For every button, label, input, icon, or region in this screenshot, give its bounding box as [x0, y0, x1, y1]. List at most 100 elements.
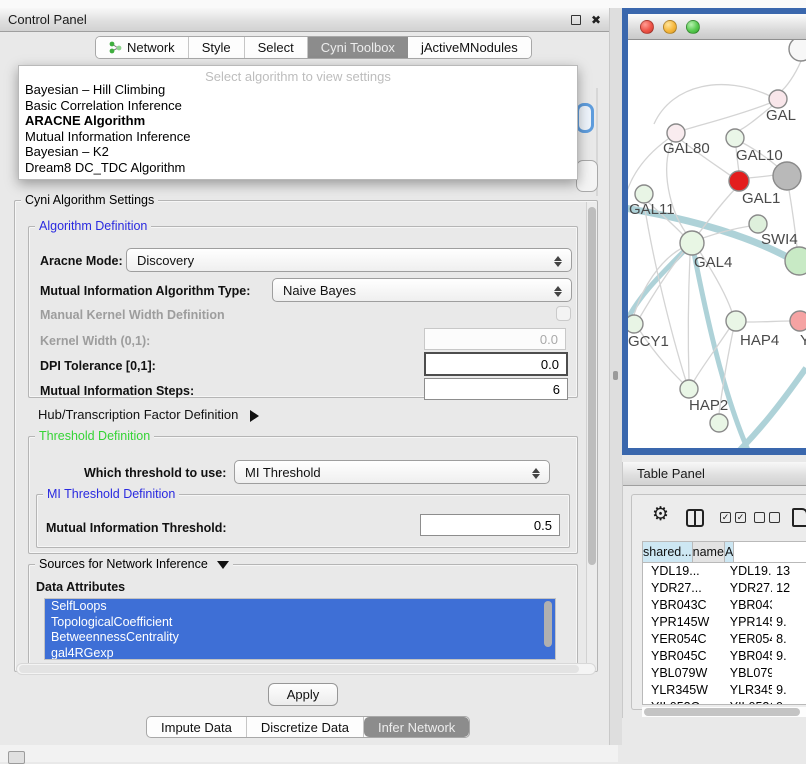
table-row[interactable]: YLR345WYLR345W9. [643, 682, 806, 699]
node-label: HAP4 [740, 332, 779, 349]
column-header-name[interactable]: name [693, 542, 725, 562]
list-item[interactable]: SelfLoops [45, 599, 555, 615]
table-cell: YBL079W [722, 665, 772, 682]
mi-steps-input[interactable]: 6 [424, 378, 568, 400]
table-row[interactable]: YDR27...YDR27...12 [643, 580, 806, 597]
data-attributes-list[interactable]: SelfLoopsTopologicalCoefficientBetweenne… [44, 598, 556, 660]
tab-style[interactable]: Style [189, 37, 245, 58]
tab-discretize-data[interactable]: Discretize Data [247, 717, 364, 737]
close-icon[interactable]: ✖ [591, 14, 601, 26]
mi-algorithm-type-combobox[interactable]: Naive Bayes [272, 278, 572, 302]
network-edge[interactable] [748, 175, 774, 178]
table-cell: YBR045C [643, 648, 722, 665]
column-header-shared-name[interactable]: shared... [643, 542, 693, 562]
divider-grip-icon[interactable] [613, 371, 618, 380]
network-node[interactable] [785, 247, 806, 275]
which-threshold-value: MI Threshold [245, 465, 321, 480]
network-edge[interactable] [780, 61, 801, 92]
table-row[interactable]: YBR043CYBR043C [643, 597, 806, 614]
table-row[interactable]: YDL19...YDL19...13 [643, 563, 806, 580]
table-cell: YDL19... [722, 563, 772, 580]
table-cell: YBR043C [722, 597, 772, 614]
list-scrollbar-thumb[interactable] [544, 601, 552, 647]
list-item[interactable]: TopologicalCoefficient [45, 615, 555, 631]
kernel-width-label: Kernel Width (0,1): [40, 334, 150, 348]
combo-arrows-icon [531, 465, 540, 481]
dropdown-item[interactable]: Bayesian – K2 [19, 144, 577, 160]
tab-impute-data[interactable]: Impute Data [147, 717, 247, 737]
dropdown-item[interactable]: ARACNE Algorithm [19, 113, 577, 129]
dropdown-item[interactable]: Mutual Information Inference [19, 129, 577, 145]
network-node[interactable] [710, 414, 728, 432]
apply-button[interactable]: Apply [268, 683, 338, 706]
tab-jactivemnodules[interactable]: jActiveMNodules [408, 37, 531, 58]
mi-threshold-group-title: MI Threshold Definition [43, 487, 179, 501]
tab-infer-network[interactable]: Infer Network [364, 717, 469, 737]
close-traffic-light-icon[interactable] [640, 20, 654, 34]
zoom-traffic-light-icon[interactable] [686, 20, 700, 34]
network-node[interactable] [769, 90, 787, 108]
kernel-width-value: 0.0 [540, 332, 558, 347]
minimized-panel-icon[interactable] [8, 751, 25, 764]
network-node[interactable] [726, 311, 746, 331]
table-hscrollbar[interactable] [642, 707, 806, 717]
network-edge[interactable] [688, 255, 690, 380]
network-edge[interactable] [746, 321, 790, 322]
table-row[interactable]: YBL079WYBL079W [643, 665, 806, 682]
dpi-tolerance-input[interactable]: 0.0 [424, 352, 568, 376]
hub-tf-definition-toggle[interactable]: Hub/Transcription Factor Definition [38, 407, 259, 422]
manual-kernel-checkbox[interactable] [556, 306, 571, 321]
sources-title-wrap[interactable]: Sources for Network Inference [35, 557, 233, 571]
table-row[interactable]: YER054CYER054C8. [643, 631, 806, 648]
aracne-mode-combobox[interactable]: Discovery [126, 248, 572, 272]
mi-type-label: Mutual Information Algorithm Type: [40, 284, 250, 298]
float-window-icon[interactable] [571, 15, 581, 25]
tab-discretize-data-label: Discretize Data [261, 720, 349, 735]
network-node[interactable] [729, 171, 749, 191]
network-node[interactable] [726, 129, 744, 147]
table-hscrollbar-thumb[interactable] [644, 708, 800, 716]
deselect-all-icon[interactable] [754, 512, 780, 523]
settings-hscrollbar-thumb[interactable] [19, 665, 579, 673]
kernel-width-input[interactable]: 0.0 [424, 328, 566, 350]
tab-impute-data-label: Impute Data [161, 720, 232, 735]
network-node[interactable] [680, 231, 704, 255]
column-header-partial[interactable]: A [725, 542, 734, 562]
table-panel-body: ⚙ ✓ ✓ shared... name A YDL19...YDL19...1… [631, 494, 806, 710]
settings-scrollbar-thumb[interactable] [588, 207, 596, 565]
dropdown-item[interactable]: Dream8 DC_TDC Algorithm [19, 160, 577, 176]
table-row[interactable]: YPR145WYPR145W9. [643, 614, 806, 631]
tab-select[interactable]: Select [245, 37, 308, 58]
aracne-mode-value: Discovery [137, 253, 194, 268]
select-all-icon[interactable]: ✓ ✓ [720, 512, 746, 523]
network-edge[interactable] [684, 103, 770, 130]
list-item[interactable]: gal4RGexp [45, 646, 555, 661]
dropdown-item[interactable]: Basic Correlation Inference [19, 98, 577, 114]
settings-hscrollbar[interactable] [16, 663, 596, 675]
table-row[interactable]: YBR045CYBR045C9. [643, 648, 806, 665]
network-node[interactable] [680, 380, 698, 398]
mi-threshold-input[interactable]: 0.5 [420, 514, 560, 536]
list-item[interactable]: BetweennessCentrality [45, 630, 555, 646]
top-strip [0, 0, 806, 8]
table-row[interactable]: YIL052CYIL052C9 [643, 699, 806, 705]
which-threshold-combobox[interactable]: MI Threshold [234, 460, 550, 484]
dropdown-item[interactable]: Bayesian – Hill Climbing [19, 82, 577, 98]
tab-network[interactable]: Network [96, 37, 189, 58]
network-canvas[interactable]: GALGAL80GAL10GAL1GAL11GAL4SWI4GCY1HAP4YH… [628, 40, 806, 448]
network-window-titlebar [628, 14, 806, 40]
network-node[interactable] [773, 162, 801, 190]
network-edge-thick[interactable] [735, 368, 806, 448]
split-columns-icon[interactable] [686, 509, 704, 527]
minimize-traffic-light-icon[interactable] [663, 20, 677, 34]
network-node[interactable] [789, 40, 806, 61]
tab-cyni-toolbox[interactable]: Cyni Toolbox [308, 37, 408, 58]
dropdown-placeholder: Select algorithm to view settings [19, 66, 577, 82]
new-table-icon[interactable] [792, 508, 806, 527]
network-edge[interactable] [654, 85, 770, 124]
network-edge[interactable] [644, 203, 686, 381]
gear-icon[interactable]: ⚙ [652, 503, 669, 526]
network-node[interactable] [790, 311, 806, 331]
network-node[interactable] [628, 315, 643, 333]
node-table[interactable]: shared... name A YDL19...YDL19...13YDR27… [642, 541, 806, 705]
